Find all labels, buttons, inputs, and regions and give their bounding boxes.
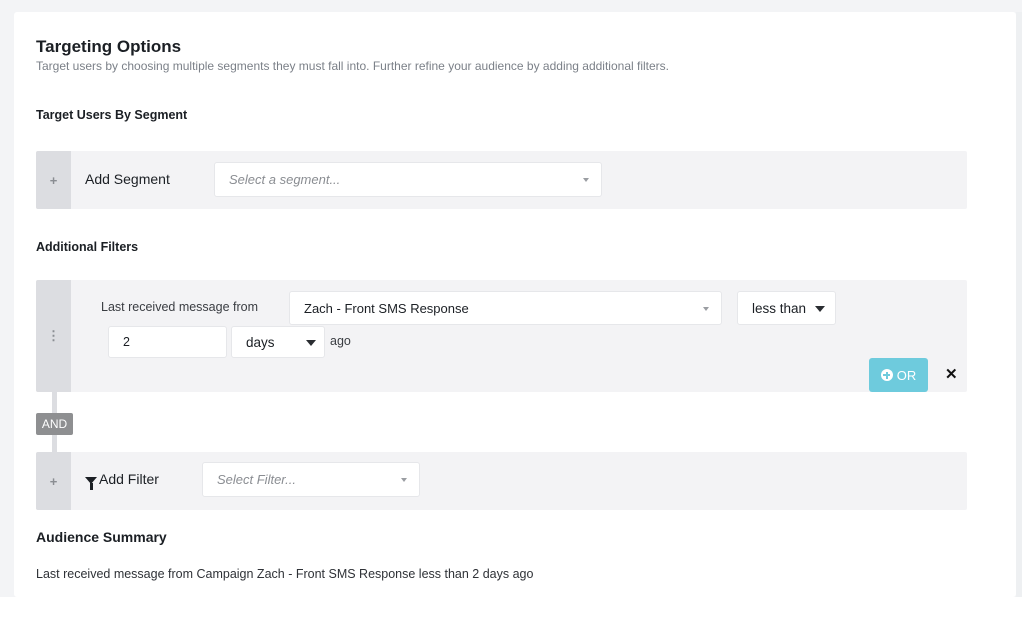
page-title: Targeting Options (36, 37, 182, 56)
page-subtitle: Target users by choosing multiple segmen… (36, 59, 669, 73)
filter-select-placeholder: Select Filter... (217, 472, 296, 487)
amount-input-value: 2 (123, 335, 130, 349)
plus-circle-icon (880, 369, 893, 381)
unit-select-value: days (246, 334, 275, 350)
comparator-select[interactable]: less than (737, 291, 836, 325)
audience-summary-title: Audience Summary (36, 529, 167, 545)
audience-summary-text: Last received message from Campaign Zach… (36, 567, 534, 581)
chevron-down-icon (306, 340, 316, 346)
chevron-down-icon (703, 307, 709, 311)
filter-row: ⋮ Last received message from Zach - Fron… (36, 280, 967, 392)
plus-icon[interactable]: + (36, 452, 71, 510)
filter-suffix: ago (330, 334, 351, 348)
close-icon[interactable]: ✕ (945, 365, 958, 383)
segment-select-placeholder: Select a segment... (229, 172, 341, 187)
filter-prefix: Last received message from (101, 300, 259, 314)
chevron-down-icon (401, 478, 407, 482)
add-filter-label-wrap: Add Filter (85, 471, 159, 490)
segment-section-label: Target Users By Segment (36, 108, 188, 122)
campaign-select-value: Zach - Front SMS Response (304, 300, 469, 316)
segment-select[interactable]: Select a segment... (214, 162, 602, 197)
comparator-select-value: less than (752, 300, 807, 316)
chevron-down-icon (583, 178, 589, 182)
add-or-button[interactable]: OR (869, 358, 928, 392)
add-filter-label: Add Filter (99, 471, 159, 487)
add-filter-row: + Add Filter Select Filter... (36, 452, 967, 510)
add-segment-label: Add Segment (85, 171, 170, 187)
scrollbar[interactable] (1016, 12, 1022, 597)
chevron-down-icon (815, 306, 825, 312)
and-badge: AND (36, 413, 73, 435)
campaign-select[interactable]: Zach - Front SMS Response (289, 291, 722, 325)
drag-handle-icon[interactable]: ⋮ (36, 280, 71, 392)
filter-select[interactable]: Select Filter... (202, 462, 420, 497)
or-button-label: OR (896, 367, 917, 383)
add-segment-row: + Add Segment Select a segment... (36, 151, 967, 209)
filters-section-label: Additional Filters (36, 240, 139, 254)
unit-select[interactable]: days (231, 326, 325, 358)
plus-icon[interactable]: + (36, 151, 71, 209)
amount-input[interactable]: 2 (108, 326, 227, 358)
filter-icon (85, 476, 97, 490)
